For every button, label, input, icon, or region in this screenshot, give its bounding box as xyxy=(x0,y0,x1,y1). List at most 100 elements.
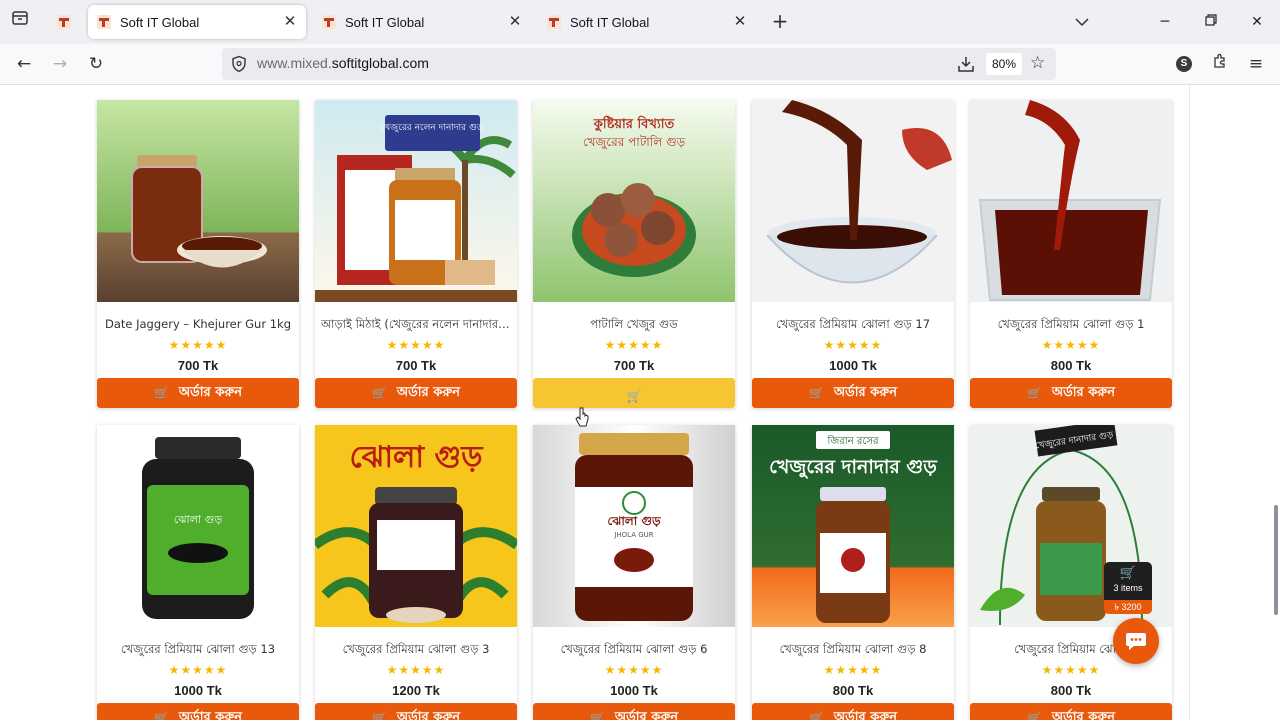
tab-3[interactable]: Soft IT Global ✕ xyxy=(538,5,756,39)
close-tab-icon[interactable]: ✕ xyxy=(732,14,748,30)
save-page-icon[interactable] xyxy=(956,54,976,74)
cart-icon: 🛒 xyxy=(589,711,605,720)
rating-stars: ★★★★★ xyxy=(823,338,883,352)
tab-title: Soft IT Global xyxy=(120,14,200,30)
product-card[interactable]: খেজুরের প্রিমিয়াম ঝোলা গুড় 1 ★★★★★ 800… xyxy=(970,100,1172,408)
firefox-view-icon[interactable] xyxy=(8,8,32,36)
restore-icon[interactable] xyxy=(1199,10,1223,34)
chevron-down-icon[interactable] xyxy=(1072,12,1092,32)
cart-icon: 🛒 xyxy=(1026,711,1042,720)
product-price: 700 Tk xyxy=(177,358,219,373)
pinned-tab[interactable] xyxy=(50,8,78,36)
product-name[interactable]: খেজুরের প্রিমিয়াম ঝোলা গুড় 13 xyxy=(97,627,299,663)
rating-stars: ★★★★★ xyxy=(823,663,883,677)
order-button[interactable]: 🛒 xyxy=(533,378,735,408)
product-card[interactable]: খেজুরের প্রিমিয়াম ঝোলা গুড় 17 ★★★★★ 10… xyxy=(752,100,954,408)
product-image[interactable]: খেজুরের নলেন দানাদার গুড় xyxy=(315,100,517,302)
close-tab-icon[interactable]: ✕ xyxy=(282,14,298,30)
close-window-icon[interactable]: ✕ xyxy=(1245,10,1269,34)
tab-2[interactable]: Soft IT Global ✕ xyxy=(313,5,531,39)
close-tab-icon[interactable]: ✕ xyxy=(507,14,523,30)
image-label: ঝোলা গুড় xyxy=(174,513,223,526)
reload-icon[interactable]: ↻ xyxy=(84,52,108,76)
url-text[interactable]: www.mixed.softitglobal.com xyxy=(257,55,429,71)
chat-button[interactable] xyxy=(1113,618,1159,664)
site-favicon-icon xyxy=(547,15,561,29)
order-button[interactable]: 🛒 অর্ডার করুন xyxy=(752,703,954,720)
tab-title: Soft IT Global xyxy=(570,14,650,30)
product-card[interactable]: Date Jaggery – Khejurer Gur 1kg ★★★★★ 70… xyxy=(97,100,299,408)
cart-icon: 🛒 xyxy=(1119,565,1137,580)
product-name[interactable]: খেজুরের প্রিমিয়াম ঝোলা গুড় 8 xyxy=(752,627,954,663)
order-button[interactable]: 🛒 অর্ডার করুন xyxy=(315,703,517,720)
product-card[interactable]: কুষ্টিয়ার বিখ্যাত খেজুরের পাটালি গুড় প… xyxy=(533,100,735,408)
product-price: 1000 Tk xyxy=(174,683,222,698)
minimize-icon[interactable]: ─ xyxy=(1153,10,1177,34)
product-name[interactable]: খেজুরের প্রিমিয়াম ঝোলা গুড় 6 xyxy=(533,627,735,663)
extensions-icon[interactable] xyxy=(1208,52,1232,76)
product-image[interactable]: ঝোলা গুড় xyxy=(315,425,517,627)
product-card[interactable]: ঝোলা গুড় খেজুরের প্রিমিয়াম ঝোলা গুড় 1… xyxy=(97,425,299,720)
image-label: খেজুরের নলেন দানাদার গুড় xyxy=(381,123,484,133)
product-image[interactable]: জিরান রসের খেজুরের দানাদার গুড় xyxy=(752,425,954,627)
order-button[interactable]: 🛒 অর্ডার করুন xyxy=(315,378,517,408)
cart-icon: 🛒 xyxy=(371,386,387,400)
product-card[interactable]: জিরান রসের খেজুরের দানাদার গুড় খেজুরের … xyxy=(752,425,954,720)
rating-stars: ★★★★★ xyxy=(1041,663,1101,677)
cart-icon: 🛒 xyxy=(808,386,824,400)
cart-icon: 🛒 xyxy=(153,386,169,400)
order-button[interactable]: 🛒 অর্ডার করুন xyxy=(97,703,299,720)
new-tab-icon[interactable]: + xyxy=(770,10,790,34)
order-button[interactable]: 🛒 অর্ডার করুন xyxy=(533,703,735,720)
cart-total: ৳ 3200 xyxy=(1104,600,1152,614)
product-image[interactable] xyxy=(752,100,954,302)
order-button[interactable]: 🛒 অর্ডার করুন xyxy=(752,378,954,408)
product-card[interactable]: খেজুরের নলেন দানাদার গুড় আড়াই মিঠাই (খ… xyxy=(315,100,517,408)
cart-icon: 🛒 xyxy=(371,711,387,720)
tab-bar: Soft IT Global ✕ Soft IT Global ✕ Soft I… xyxy=(0,0,1280,44)
product-name[interactable]: Date Jaggery – Khejurer Gur 1kg xyxy=(97,302,299,338)
rating-stars: ★★★★★ xyxy=(168,338,228,352)
back-icon[interactable]: ← xyxy=(12,52,36,76)
product-name[interactable]: খেজুরের প্রিমিয়াম ঝোলা গুড় 1 xyxy=(970,302,1172,338)
image-label: JHOLA GUR xyxy=(613,531,653,539)
tab-title: Soft IT Global xyxy=(345,14,425,30)
product-image[interactable] xyxy=(970,100,1172,302)
bookmark-star-icon[interactable]: ☆ xyxy=(1030,53,1045,73)
image-label: কুষ্টিয়ার বিখ্যাত xyxy=(593,115,676,133)
image-label: ঝোলা গুড় xyxy=(349,440,484,475)
forward-icon[interactable]: → xyxy=(48,52,72,76)
order-button[interactable]: 🛒 অর্ডার করুন xyxy=(970,703,1172,720)
product-image[interactable]: ঝোলা গুড় xyxy=(97,425,299,627)
product-price: 800 Tk xyxy=(832,683,874,698)
site-favicon-icon xyxy=(57,15,71,29)
product-name[interactable]: খেজুরের প্রিমিয়াম ঝোলা গুড় 3 xyxy=(315,627,517,663)
site-favicon-icon xyxy=(97,15,111,29)
image-label: জিরান রসের xyxy=(827,435,879,447)
navigation-bar: ← → ↻ www.mixed.softitglobal.com 80% ☆ S… xyxy=(0,44,1280,85)
zoom-level[interactable]: 80% xyxy=(986,53,1023,75)
shield-icon[interactable] xyxy=(230,55,248,73)
address-bar[interactable]: www.mixed.softitglobal.com 80% ☆ xyxy=(222,48,1056,80)
order-button[interactable]: 🛒 অর্ডার করুন xyxy=(97,378,299,408)
cart-icon: 🛒 xyxy=(1026,386,1042,400)
order-button[interactable]: 🛒 অর্ডার করুন xyxy=(970,378,1172,408)
rating-stars: ★★★★★ xyxy=(1041,338,1101,352)
product-image[interactable] xyxy=(97,100,299,302)
product-name[interactable]: পাটালি খেজুর গুড xyxy=(533,302,735,338)
product-price: 1000 Tk xyxy=(610,683,658,698)
product-price: 800 Tk xyxy=(1050,683,1092,698)
product-card[interactable]: ঝোলা গুড় খেজুরের প্রিমিয়াম ঝোলা গুড় 3… xyxy=(315,425,517,720)
profile-avatar[interactable]: S xyxy=(1176,56,1192,72)
product-price: 700 Tk xyxy=(613,358,655,373)
menu-icon[interactable]: ≡ xyxy=(1244,52,1268,76)
product-price: 1200 Tk xyxy=(392,683,440,698)
floating-cart[interactable]: 🛒 3 items ৳ 3200 xyxy=(1104,562,1152,614)
product-image[interactable]: ঝোলা গুড় JHOLA GUR xyxy=(533,425,735,627)
tab-1[interactable]: Soft IT Global ✕ xyxy=(88,5,306,39)
product-image[interactable]: কুষ্টিয়ার বিখ্যাত খেজুরের পাটালি গুড় xyxy=(533,100,735,302)
product-name[interactable]: খেজুরের প্রিমিয়াম ঝোলা গুড় 17 xyxy=(752,302,954,338)
product-card[interactable]: ঝোলা গুড় JHOLA GUR খেজুরের প্রিমিয়াম ঝ… xyxy=(533,425,735,720)
scrollbar-thumb[interactable] xyxy=(1274,505,1278,615)
product-name[interactable]: আড়াই মিঠাই (খেজুরের নলেন দানাদার ... xyxy=(315,302,517,338)
